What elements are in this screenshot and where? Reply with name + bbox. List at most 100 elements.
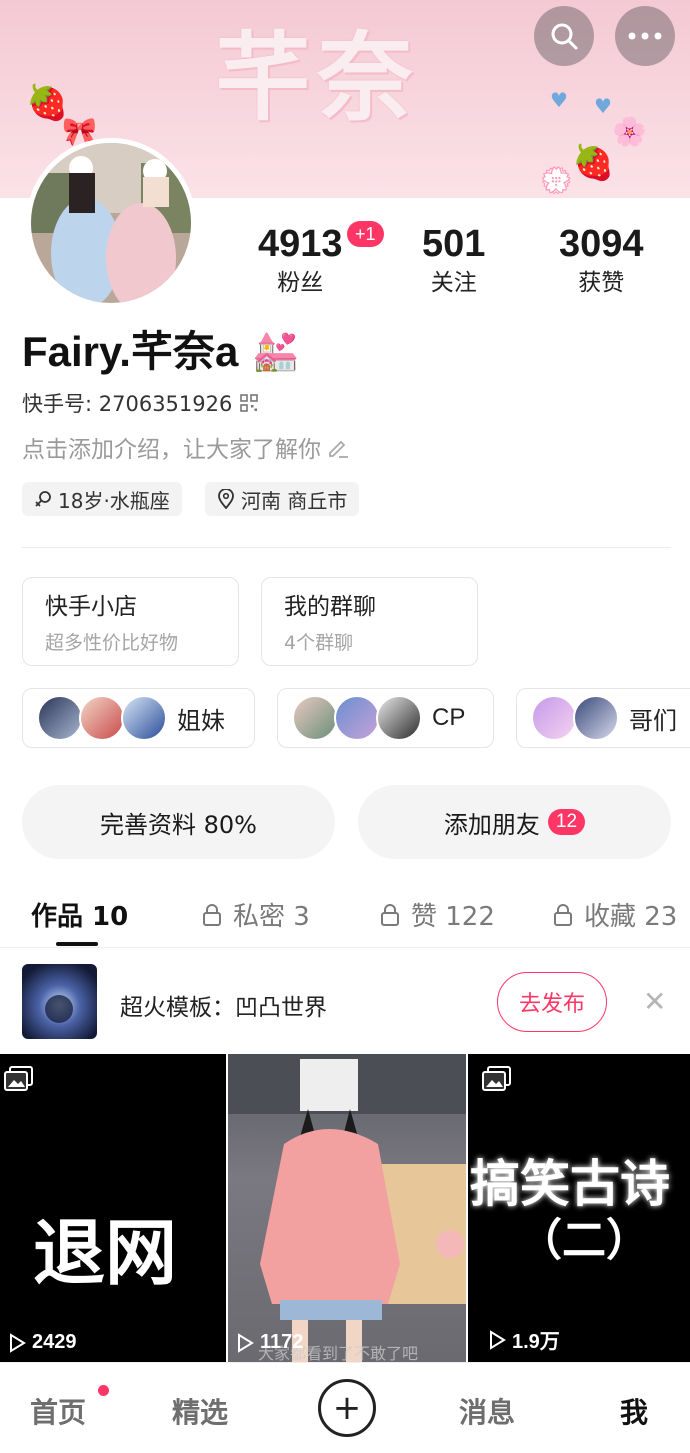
group-chip-label: 哥们: [629, 707, 677, 735]
likes-label: 获赞: [578, 270, 625, 296]
group-member-avatar: [121, 695, 167, 741]
edit-icon: [329, 440, 348, 458]
play-icon: [10, 1332, 26, 1353]
nav-featured[interactable]: 精选: [172, 1391, 228, 1431]
group-member-avatar: [292, 695, 338, 741]
bottom-nav: 首页 精选 + 消息 我: [0, 1362, 690, 1453]
complete-profile-button[interactable]: 完善资料 80%: [22, 785, 335, 859]
content-tabs: 作品 10 私密 3 赞 122 收藏 23: [0, 890, 690, 948]
group-chip-label: CP: [432, 704, 466, 731]
group-chat-card-subtitle: 4个群聊: [284, 632, 354, 654]
profile-intro[interactable]: 点击添加介绍，让大家了解你: [22, 430, 349, 464]
group-chat-card-title: 我的群聊: [284, 594, 376, 620]
plus-icon: +: [332, 1388, 362, 1428]
tab-liked-label: 赞 122: [411, 902, 495, 932]
group-member-avatar: [376, 695, 422, 741]
flower-icon: 🌸: [612, 115, 647, 148]
lock-icon: [381, 903, 399, 926]
close-icon[interactable]: ✕: [643, 988, 666, 1016]
view-count: 1172: [236, 1331, 303, 1354]
tab-liked[interactable]: 赞 122: [379, 896, 495, 933]
shop-card-subtitle: 超多性价比好物: [45, 632, 179, 654]
group-member-avatar: [79, 695, 125, 741]
tab-works[interactable]: 作品 10: [31, 896, 128, 933]
heart-icon: ♥: [550, 88, 568, 112]
view-count: 1.9万: [488, 1325, 560, 1354]
profile-id[interactable]: 快手号: 2706351926: [22, 388, 259, 418]
template-promo[interactable]: 超火模板：凹凸世界 去发布 ✕: [0, 950, 690, 1054]
group-chat-card[interactable]: 我的群聊 4个群聊: [261, 577, 478, 666]
video-caption-sub: （二）: [518, 1215, 650, 1266]
view-count-text: 1172: [260, 1331, 304, 1353]
complete-profile-label: 完善资料 80%: [100, 810, 257, 839]
banner-title: 芊奈: [215, 22, 419, 134]
fans-count: 4913: [258, 223, 343, 265]
publish-button[interactable]: 去发布: [497, 972, 607, 1032]
stat-following[interactable]: 501 关注: [422, 222, 485, 298]
nav-me[interactable]: 我: [620, 1391, 648, 1431]
shop-card-title: 快手小店: [45, 594, 137, 620]
video-thumbnail-image: [228, 1054, 466, 1362]
video-thumb[interactable]: 搞笑古诗 （二） 1.9万: [468, 1054, 690, 1362]
qr-code-icon[interactable]: [240, 394, 259, 412]
video-thumb[interactable]: 大家都看到了不敢了吧 1172: [228, 1054, 466, 1362]
publish-button-label: 去发布: [518, 992, 585, 1017]
add-friend-button[interactable]: 添加朋友 12: [358, 785, 671, 859]
divider: [22, 547, 671, 548]
stat-fans[interactable]: 4913 粉丝: [258, 222, 343, 298]
tab-favorites-label: 收藏 23: [584, 902, 678, 932]
group-chip-label: 姐妹: [177, 707, 225, 735]
group-member-avatar: [37, 695, 83, 741]
strawberry-icon: 🍓: [572, 143, 615, 183]
nav-home[interactable]: 首页: [30, 1391, 86, 1431]
create-button[interactable]: +: [318, 1379, 376, 1437]
tab-works-label: 作品 10: [31, 902, 129, 932]
tag-age[interactable]: 18岁·水瓶座: [22, 482, 182, 516]
tag-location[interactable]: 河南 商丘市: [205, 482, 360, 516]
shop-card[interactable]: 快手小店 超多性价比好物: [22, 577, 239, 666]
add-friend-count-badge: 12: [547, 809, 586, 835]
more-icon: [628, 32, 662, 40]
active-tab-indicator: [56, 942, 98, 946]
group-member-avatar: [334, 695, 380, 741]
group-member-avatar: [573, 695, 619, 741]
following-label: 关注: [430, 270, 477, 296]
group-chip-sisters[interactable]: 姐妹: [22, 688, 255, 748]
tag-location-text: 河南 商丘市: [241, 488, 348, 513]
group-chip-cp[interactable]: CP: [277, 688, 494, 748]
add-friend-label: 添加朋友: [443, 810, 540, 839]
view-count-text: 1.9万: [512, 1331, 560, 1353]
group-member-avatar: [531, 695, 577, 741]
stat-likes[interactable]: 3094 获赞: [559, 222, 644, 298]
search-button[interactable]: [534, 6, 594, 66]
image-post-icon: [4, 1066, 33, 1091]
likes-count: 3094: [559, 223, 644, 265]
wedding-chapel-icon: 💒: [252, 331, 300, 373]
promo-thumbnail: [22, 964, 97, 1039]
tab-private-label: 私密 3: [233, 902, 310, 932]
following-count: 501: [422, 223, 486, 265]
avatar-image: [31, 143, 191, 303]
profile-name-text: Fairy.芊奈a: [22, 328, 239, 375]
image-post-icon: [482, 1066, 511, 1091]
more-button[interactable]: [615, 6, 675, 66]
profile-name[interactable]: Fairy.芊奈a 💒: [22, 326, 300, 378]
view-count-text: 2429: [32, 1331, 77, 1353]
play-icon: [238, 1332, 254, 1353]
avatar[interactable]: [26, 138, 196, 308]
view-count: 2429: [8, 1331, 77, 1354]
profile-id-text: 快手号: 2706351926: [22, 392, 233, 416]
group-chip-bros[interactable]: 哥们: [516, 688, 690, 748]
video-thumb[interactable]: 退网 2429: [0, 1054, 226, 1362]
nav-messages[interactable]: 消息: [459, 1391, 515, 1431]
promo-thumbnail-image: [22, 964, 97, 1039]
fans-label: 粉丝: [277, 270, 324, 296]
play-icon: [490, 1329, 506, 1350]
video-caption: 退网: [32, 1211, 177, 1295]
tag-age-text: 18岁·水瓶座: [58, 488, 170, 513]
tab-private[interactable]: 私密 3: [201, 896, 310, 933]
flower-icon: 💮: [540, 166, 573, 196]
nav-home-notification-dot: [98, 1385, 109, 1396]
heart-icon: ♥: [594, 94, 612, 118]
tab-favorites[interactable]: 收藏 23: [552, 896, 677, 933]
